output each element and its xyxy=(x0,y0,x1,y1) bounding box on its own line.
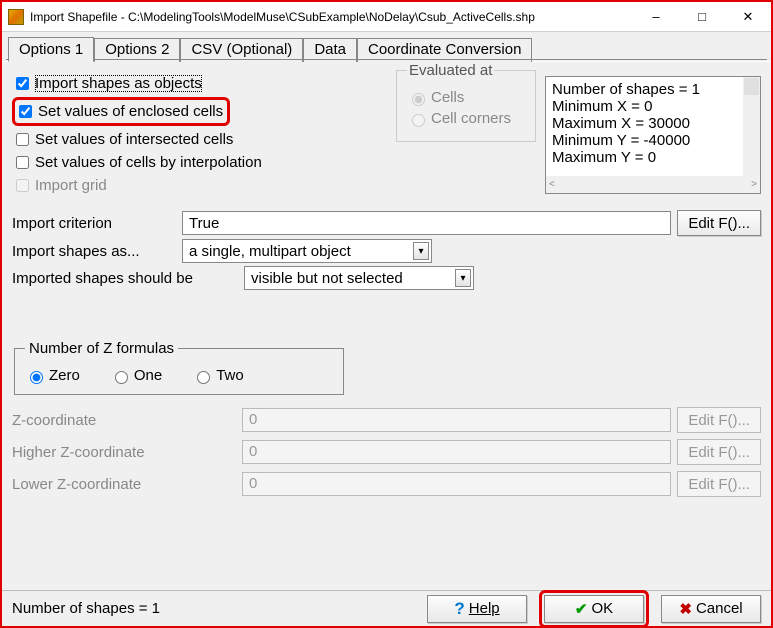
set-intersected-label: Set values of intersected cells xyxy=(35,131,233,148)
shapes-should-value: visible but not selected xyxy=(251,270,403,287)
z-one-label: One xyxy=(134,367,162,384)
edit-f-z-button: Edit F()... xyxy=(677,407,761,433)
evaluated-at-group: Evaluated at Cells Cell corners xyxy=(396,62,536,142)
eval-corners-radio xyxy=(412,114,425,127)
import-as-combo[interactable]: a single, multipart object ▾ xyxy=(182,239,432,263)
lower-z-label: Lower Z-coordinate xyxy=(12,476,242,493)
import-grid-checkbox xyxy=(16,179,29,192)
info-line: Minimum X = 0 xyxy=(552,98,754,115)
z-two-radio[interactable] xyxy=(197,371,210,384)
check-icon: ✔ xyxy=(575,600,588,618)
edit-f-criterion-button[interactable]: Edit F()... xyxy=(677,210,761,236)
status-text: Number of shapes = 1 xyxy=(12,600,415,617)
window-title: Import Shapefile - C:\ModelingTools\Mode… xyxy=(30,10,633,24)
eval-cells-radio xyxy=(412,93,425,106)
shapes-should-combo[interactable]: visible but not selected ▾ xyxy=(244,266,474,290)
lower-z-input: 0 xyxy=(242,472,671,496)
tab-options-1[interactable]: Options 1 xyxy=(8,37,94,62)
close-button[interactable]: ✕ xyxy=(725,2,771,32)
z-two-label: Two xyxy=(216,367,244,384)
z-one-radio[interactable] xyxy=(115,371,128,384)
set-interp-label: Set values of cells by interpolation xyxy=(35,154,262,171)
info-line: Minimum Y = -40000 xyxy=(552,132,754,149)
chevron-down-icon: ▾ xyxy=(455,269,471,287)
minimize-button[interactable]: – xyxy=(633,2,679,32)
chevron-down-icon: ▾ xyxy=(413,242,429,260)
z-zero-radio[interactable] xyxy=(30,371,43,384)
z-coord-input: 0 xyxy=(242,408,671,432)
import-as-value: a single, multipart object xyxy=(189,243,351,260)
edit-f-hz-button: Edit F()... xyxy=(677,439,761,465)
z-coord-label: Z-coordinate xyxy=(12,412,242,429)
help-icon: ? xyxy=(454,599,464,619)
info-scrollbar-v[interactable] xyxy=(743,77,760,176)
maximize-button[interactable]: □ xyxy=(679,2,725,32)
import-shapes-checkbox[interactable] xyxy=(16,77,29,90)
shapes-should-label: Imported shapes should be xyxy=(12,270,244,287)
info-line: Maximum X = 30000 xyxy=(552,115,754,132)
edit-f-lz-button: Edit F()... xyxy=(677,471,761,497)
higher-z-input: 0 xyxy=(242,440,671,464)
import-shapes-label: Import shapes as objects xyxy=(35,75,202,92)
shapefile-info-box: Number of shapes = 1 Minimum X = 0 Maxim… xyxy=(545,76,761,194)
import-grid-label: Import grid xyxy=(35,177,107,194)
import-as-label: Import shapes as... xyxy=(12,243,182,260)
z-formulas-group: Number of Z formulas Zero One Two xyxy=(14,340,344,395)
z-zero-label: Zero xyxy=(49,367,80,384)
eval-corners-label: Cell corners xyxy=(431,110,511,127)
set-enclosed-checkbox[interactable] xyxy=(19,105,32,118)
x-icon: ✖ xyxy=(679,600,692,618)
info-line: Number of shapes = 1 xyxy=(552,81,754,98)
eval-cells-label: Cells xyxy=(431,89,464,106)
evaluated-at-legend: Evaluated at xyxy=(407,62,494,79)
cancel-button[interactable]: ✖ Cancel xyxy=(661,595,761,623)
set-interp-checkbox[interactable] xyxy=(16,156,29,169)
info-scrollbar-h[interactable]: <> xyxy=(546,176,760,193)
ok-button[interactable]: ✔ OK xyxy=(544,595,644,623)
import-criterion-label: Import criterion xyxy=(12,215,182,232)
set-intersected-checkbox[interactable] xyxy=(16,133,29,146)
help-button[interactable]: ? Help xyxy=(427,595,527,623)
app-icon xyxy=(8,9,24,25)
import-criterion-input[interactable] xyxy=(182,211,671,235)
z-formulas-legend: Number of Z formulas xyxy=(25,340,178,357)
info-line: Maximum Y = 0 xyxy=(552,149,754,166)
set-enclosed-label: Set values of enclosed cells xyxy=(38,103,223,120)
higher-z-label: Higher Z-coordinate xyxy=(12,444,242,461)
